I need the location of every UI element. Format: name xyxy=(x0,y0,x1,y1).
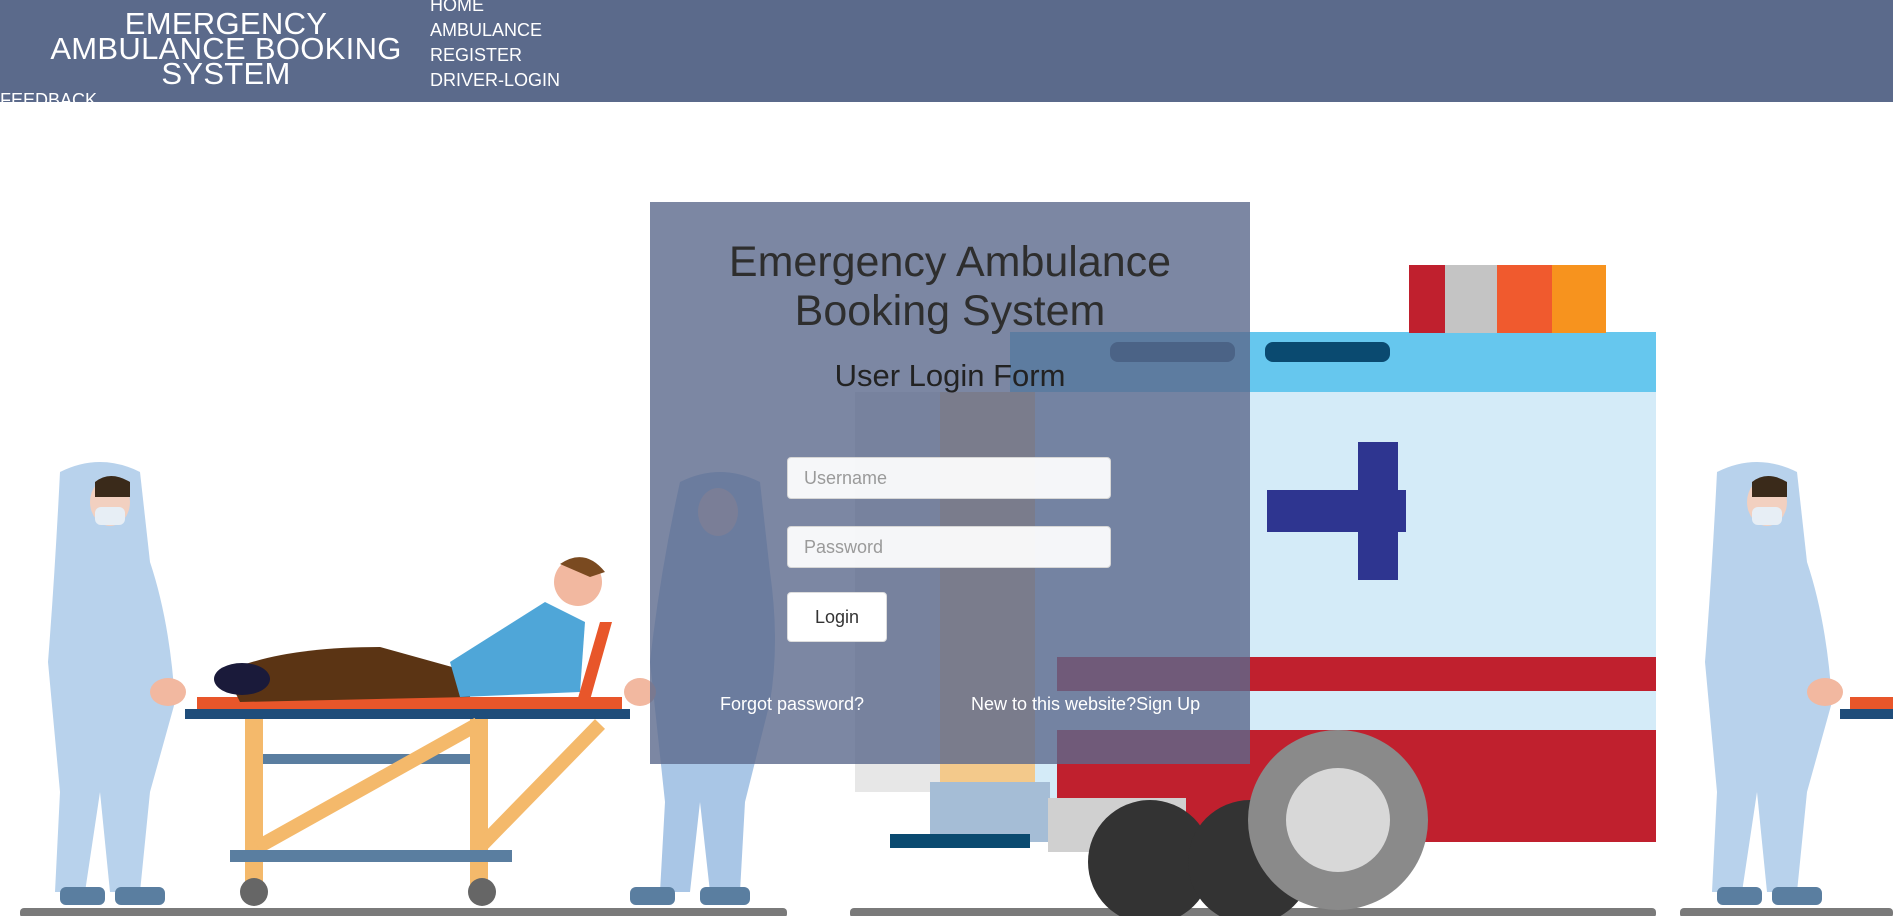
nav-item-driver-login[interactable]: DRIVER-LOGIN xyxy=(430,68,560,93)
nav-item-register[interactable]: REGISTER xyxy=(430,43,560,68)
login-panel: Emergency Ambulance Booking System User … xyxy=(650,202,1250,764)
nav-item-home[interactable]: HOME xyxy=(430,0,560,18)
login-subtitle: User Login Form xyxy=(834,358,1066,393)
login-title: Emergency Ambulance Booking System xyxy=(728,238,1172,335)
username-input[interactable] xyxy=(787,457,1111,499)
login-button[interactable]: Login xyxy=(787,592,887,642)
forgot-password-link[interactable]: Forgot password? xyxy=(720,694,864,715)
password-input[interactable] xyxy=(787,526,1111,568)
brand-title: EMERGENCY AMBULANCE BOOKING SYSTEM xyxy=(50,6,402,91)
signup-link[interactable]: New to this website?Sign Up xyxy=(971,694,1200,715)
nav-menu: HOME AMBULANCE REGISTER DRIVER-LOGIN xyxy=(430,0,560,93)
nav-item-ambulance[interactable]: AMBULANCE xyxy=(430,18,560,43)
top-navbar: EMERGENCY AMBULANCE BOOKING SYSTEM HOME … xyxy=(0,0,1893,102)
nav-item-feedback[interactable]: FEEDBACK xyxy=(0,89,97,102)
